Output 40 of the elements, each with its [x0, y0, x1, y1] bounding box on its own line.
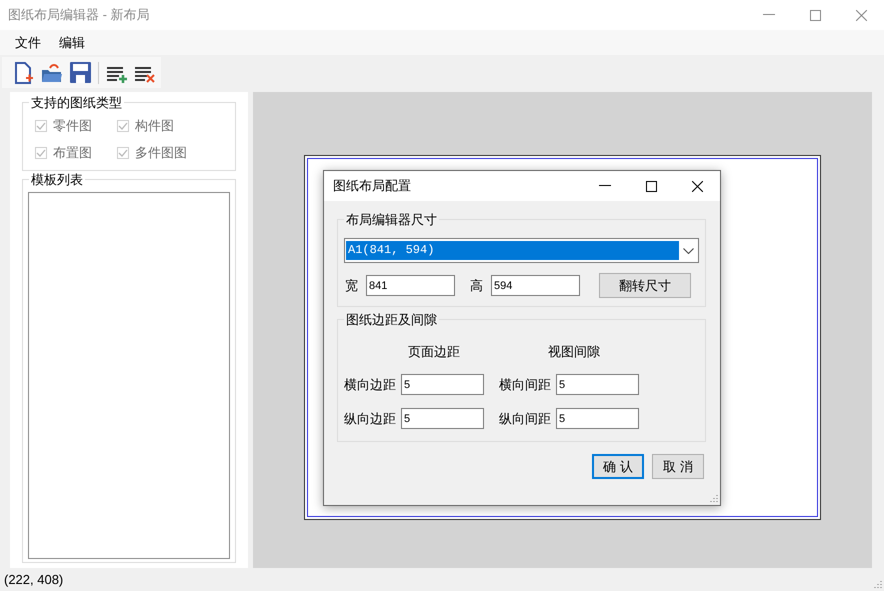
menu-item[interactable]: 文件 [6, 34, 50, 52]
flip-size-button[interactable]: 翻转尺寸 [599, 273, 691, 298]
checkbox-label: 构件图 [135, 117, 174, 135]
group-title: 支持的图纸类型 [29, 94, 124, 112]
maximize-icon[interactable] [646, 180, 656, 192]
field-label: 横向间距 [499, 376, 552, 394]
group-title: 图纸边距及间隙 [344, 311, 439, 329]
resize-grip-icon[interactable] [709, 494, 718, 503]
field-label: 纵向边距 [344, 410, 397, 428]
spacing-input[interactable]: 5 [401, 408, 484, 429]
minimize-icon[interactable] [599, 185, 611, 187]
width-input[interactable]: 841 [366, 275, 455, 296]
close-icon[interactable] [692, 180, 702, 192]
checkbox-label: 布置图 [53, 144, 92, 162]
spacing-input[interactable]: 5 [401, 374, 484, 395]
open-folder-icon[interactable] [41, 62, 63, 82]
height-input[interactable]: 594 [491, 275, 580, 296]
dialog-title: 图纸布局配置 [332, 177, 412, 195]
paper-size-dropdown[interactable]: A1(841, 594) [344, 238, 699, 263]
resize-grip-icon[interactable] [873, 580, 882, 589]
dialog-button[interactable]: 取 消 [652, 454, 704, 479]
menu-item[interactable]: 编辑 [50, 34, 94, 52]
field-label: 横向边距 [344, 376, 397, 394]
window-title: 图纸布局编辑器 - 新布局 [7, 6, 151, 24]
dialog-button[interactable]: 确 认 [592, 454, 644, 479]
column-header: 视图间隙 [547, 343, 601, 361]
field-label: 纵向间距 [499, 410, 552, 428]
new-file-icon[interactable] [14, 62, 34, 84]
column-header: 页面边距 [407, 343, 461, 361]
group-title: 模板列表 [29, 171, 85, 189]
caret-icon [682, 248, 694, 254]
status-text: (222, 408) [4, 572, 64, 587]
field-label: 高 [470, 276, 483, 294]
save-icon[interactable] [70, 62, 90, 83]
field-label: 宽 [345, 276, 358, 294]
checkbox-label: 零件图 [53, 117, 92, 135]
spacing-input[interactable]: 5 [556, 374, 639, 395]
group-title: 布局编辑器尺寸 [344, 211, 439, 229]
spacing-input[interactable]: 5 [556, 408, 639, 429]
checkbox-label: 多件图图 [135, 144, 187, 162]
